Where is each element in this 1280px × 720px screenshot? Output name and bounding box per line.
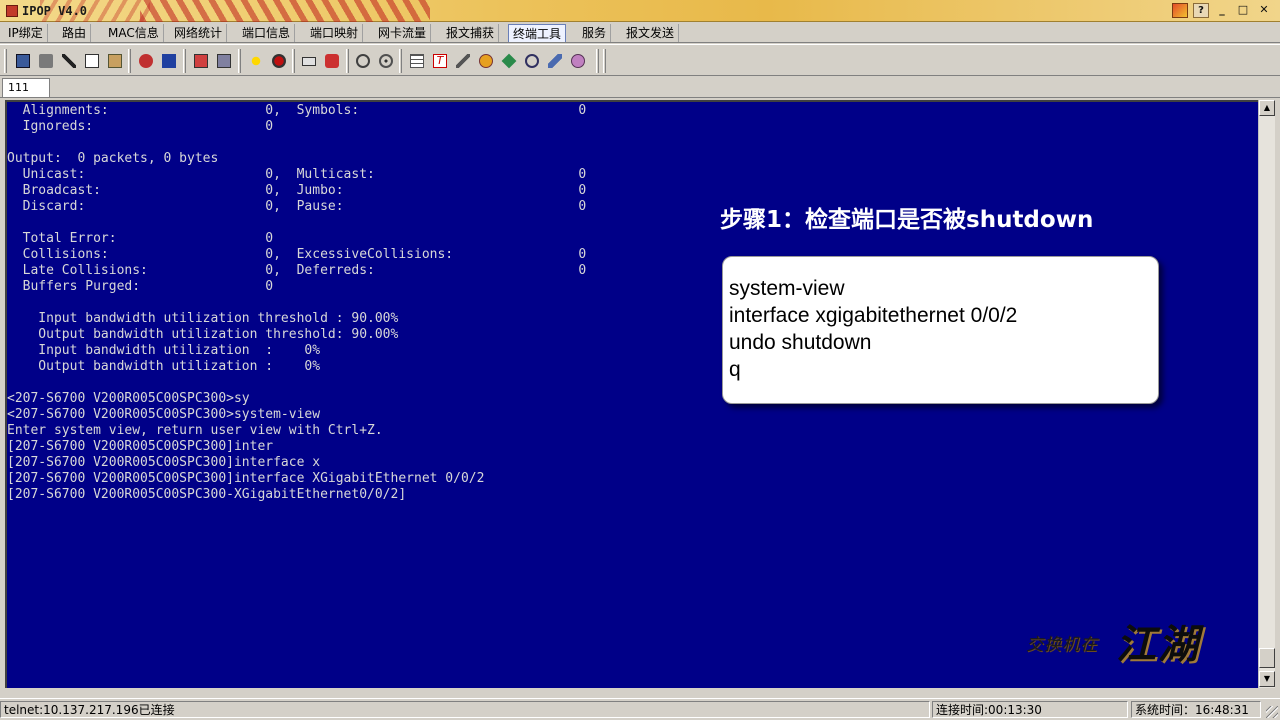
- toolbar-separator: [128, 49, 131, 73]
- menu-tab-net-stats[interactable]: 网络统计: [170, 24, 228, 42]
- scroll-thumb[interactable]: [1259, 648, 1275, 668]
- restore-button[interactable]: □: [1235, 3, 1251, 18]
- menu-tab-port-info[interactable]: 端口信息: [238, 24, 296, 42]
- title-decoration: [140, 0, 430, 22]
- edit-icon[interactable]: [160, 52, 178, 70]
- terminal-line: [207-S6700 V200R005C00SPC300-XGigabitEth…: [7, 487, 407, 502]
- terminal-line: <207-S6700 V200R005C00SPC300>system-view: [7, 407, 321, 422]
- menu-tab-terminal-tools[interactable]: 终端工具: [508, 24, 567, 42]
- toolbar-separator: [399, 49, 402, 73]
- cut-icon[interactable]: [60, 52, 78, 70]
- app-window: IPOP V4.0 ? _ □ ✕ IP绑定 路由 MAC信息 网络统计 端口信…: [0, 0, 1280, 720]
- font-icon[interactable]: T: [431, 52, 449, 70]
- disconnect-icon[interactable]: [569, 52, 587, 70]
- step-heading: 步骤1：检查端口是否被shutdown: [720, 207, 1094, 233]
- terminal-line: Ignoreds: 0: [7, 119, 274, 134]
- delete-icon[interactable]: [37, 52, 55, 70]
- menu-tab-ip-binding[interactable]: IP绑定: [4, 24, 48, 42]
- app-logo-icon: [6, 5, 18, 17]
- command-line: undo shutdown: [729, 331, 872, 354]
- minimize-button[interactable]: _: [1214, 3, 1230, 18]
- menu-tab-packet-send[interactable]: 报文发送: [622, 24, 680, 42]
- command-line: interface xgigabitethernet 0/0/2: [729, 304, 1018, 327]
- skin-icon[interactable]: [1172, 3, 1188, 18]
- command-callout: system-view interface xgigabitethernet 0…: [722, 256, 1159, 404]
- connection-status: telnet:10.137.217.196已连接: [0, 701, 930, 718]
- terminal-line: [207-S6700 V200R005C00SPC300]interface x: [7, 455, 321, 470]
- menu-tab-packet-capture[interactable]: 报文捕获: [442, 24, 500, 42]
- session-tab-bar: 111: [0, 77, 1280, 98]
- keyboard-icon[interactable]: [300, 52, 318, 70]
- resize-grip-icon[interactable]: [1266, 706, 1278, 718]
- menu-tab-port-mapping[interactable]: 端口映射: [306, 24, 364, 42]
- connect-time: 连接时间:00:13:30: [932, 701, 1128, 718]
- terminal-pane[interactable]: Alignments: 0, Symbols: 0 Ignoreds: 0 Out…: [5, 100, 1258, 688]
- window-controls: ? _ □ ✕: [1172, 3, 1272, 18]
- terminal-scrollbar[interactable]: ▲ ▼: [1258, 100, 1275, 688]
- terminal-line: Broadcast: 0, Jumbo: 0: [7, 183, 587, 198]
- script-icon[interactable]: [323, 52, 341, 70]
- toolbar-separator: [346, 49, 349, 73]
- target-icon[interactable]: [377, 52, 395, 70]
- command-line: system-view: [729, 277, 845, 300]
- scroll-down-arrow-icon[interactable]: ▼: [1259, 671, 1275, 687]
- watermark-logo: 交换机在 江湖: [1026, 614, 1226, 676]
- terminal-line: [207-S6700 V200R005C00SPC300]inter: [7, 439, 274, 454]
- terminal-line: Enter system view, return user view with…: [7, 423, 383, 438]
- close-button[interactable]: ✕: [1256, 3, 1272, 18]
- toolbar-grip[interactable]: [4, 49, 7, 73]
- export-icon[interactable]: [215, 52, 233, 70]
- toolbar-separator: [183, 49, 186, 73]
- globe-icon[interactable]: [477, 52, 495, 70]
- title-bar[interactable]: IPOP V4.0 ? _ □ ✕: [0, 0, 1280, 22]
- menu-tab-service[interactable]: 服务: [578, 24, 612, 42]
- watermark-small-text: 交换机在: [1026, 635, 1098, 655]
- window-title: IPOP V4.0: [22, 4, 88, 18]
- status-bar: telnet:10.137.217.196已连接 连接时间:00:13:30 系…: [0, 698, 1280, 720]
- toolbar-separator: [292, 49, 295, 73]
- record-icon[interactable]: [270, 52, 288, 70]
- copy-icon[interactable]: [83, 52, 101, 70]
- menu-bar: IP绑定 路由 MAC信息 网络统计 端口信息 端口映射 网卡流量 报文捕获 终…: [0, 23, 1280, 43]
- zoom-icon[interactable]: [523, 52, 541, 70]
- menu-tab-mac-info[interactable]: MAC信息: [104, 24, 164, 42]
- terminal-line: Alignments: 0, Symbols: 0: [7, 103, 587, 118]
- toolbar-separator: [603, 49, 606, 73]
- key-icon[interactable]: [137, 52, 155, 70]
- connect-icon[interactable]: [14, 52, 32, 70]
- session-tab[interactable]: 111: [2, 78, 50, 97]
- table-icon[interactable]: [408, 52, 426, 70]
- system-time: 系统时间：16:48:31: [1131, 701, 1261, 718]
- find-icon[interactable]: [354, 52, 372, 70]
- paste-icon[interactable]: [106, 52, 124, 70]
- tools-icon[interactable]: [454, 52, 472, 70]
- toolbar-separator: [596, 49, 599, 73]
- help-button[interactable]: ?: [1193, 3, 1209, 18]
- menu-tab-nic-traffic[interactable]: 网卡流量: [374, 24, 432, 42]
- toolbar: T: [0, 44, 1280, 76]
- menu-tab-route[interactable]: 路由: [58, 24, 92, 42]
- terminal-line: Unicast: 0, Multicast: 0: [7, 167, 587, 182]
- link-icon[interactable]: [546, 52, 564, 70]
- scroll-up-arrow-icon[interactable]: ▲: [1259, 100, 1275, 116]
- import-icon[interactable]: [192, 52, 210, 70]
- sun-icon[interactable]: [247, 52, 265, 70]
- arrow-icon[interactable]: [500, 52, 518, 70]
- watermark-big-text: 江湖: [1116, 621, 1200, 668]
- command-line: q: [729, 358, 741, 381]
- toolbar-separator: [238, 49, 241, 73]
- terminal-line: Output: 0 packets, 0 bytes: [7, 151, 219, 166]
- terminal-line: [207-S6700 V200R005C00SPC300]interface X…: [7, 471, 485, 486]
